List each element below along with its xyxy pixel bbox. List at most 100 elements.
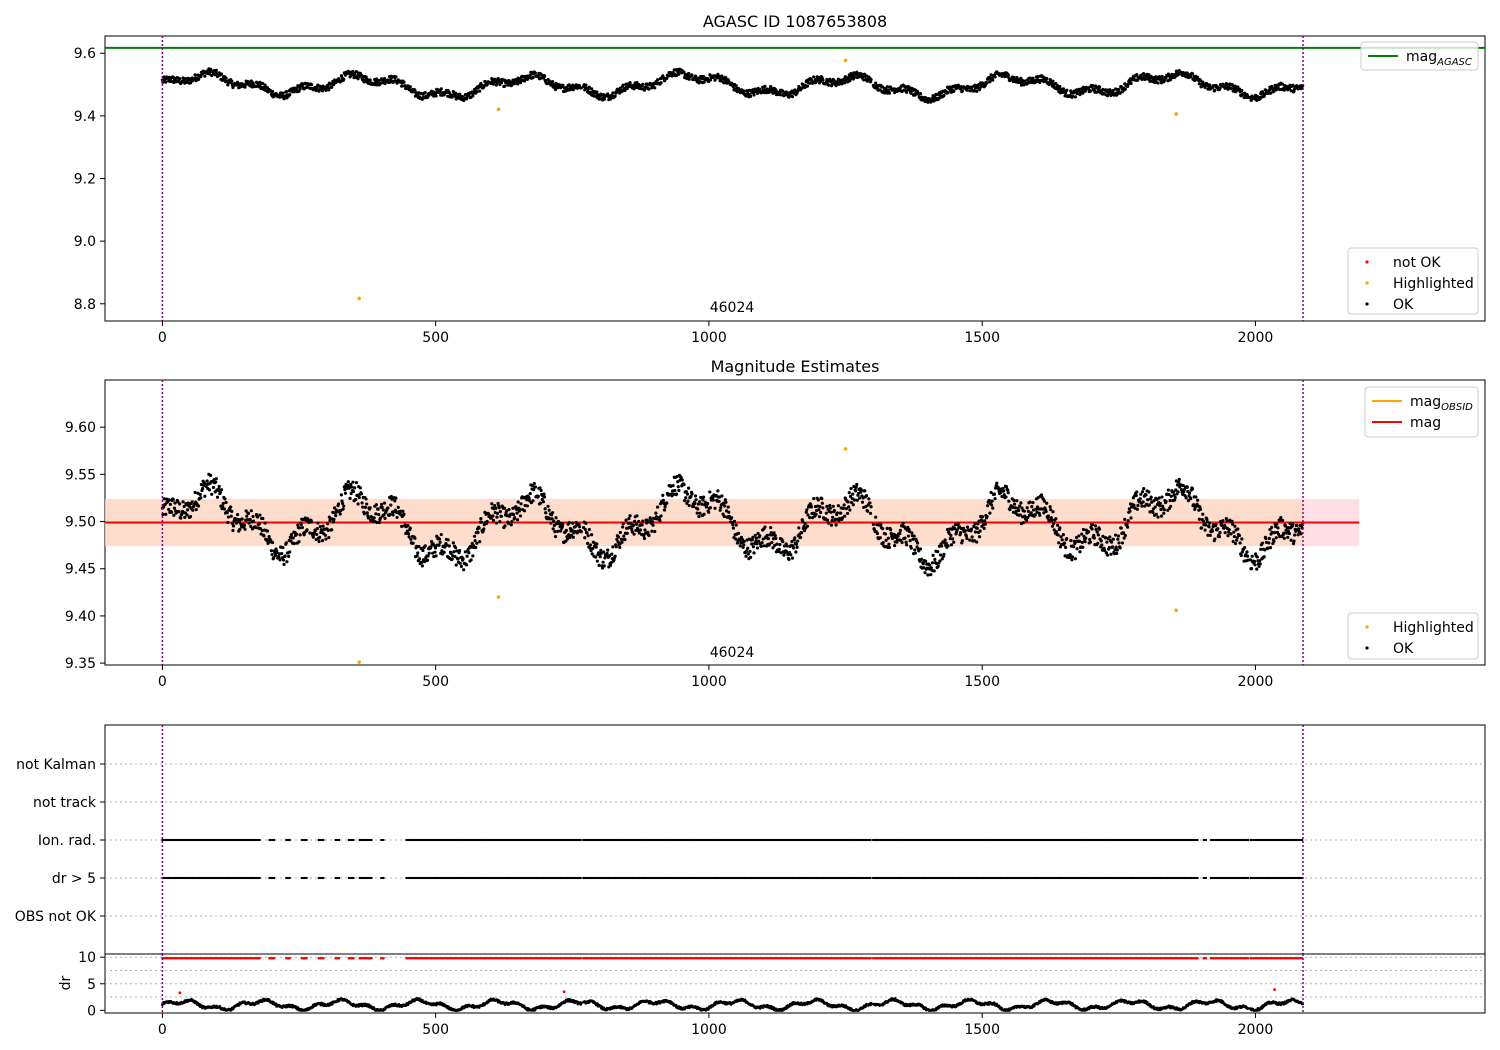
- ok-point: [898, 528, 902, 532]
- ok-point: [1091, 523, 1095, 527]
- ok-point: [1065, 537, 1069, 541]
- ok-point: [1153, 505, 1157, 509]
- y-tick-label: 9.4: [74, 109, 96, 125]
- ok-point: [1275, 522, 1279, 526]
- ok-point: [1077, 534, 1081, 538]
- ok-point: [731, 523, 735, 527]
- ok-point: [803, 522, 807, 526]
- ok-point: [618, 545, 622, 549]
- highlighted-point: [496, 107, 501, 112]
- ok-point: [193, 73, 197, 77]
- ok-point: [326, 528, 330, 533]
- ok-point: [828, 503, 832, 508]
- category-label: not track: [33, 795, 97, 811]
- ok-point: [1217, 535, 1222, 539]
- ok-point: [918, 92, 923, 96]
- ok-point: [1158, 501, 1162, 506]
- ok-point: [374, 512, 378, 516]
- ok-point: [1218, 530, 1222, 535]
- ok-point: [374, 503, 379, 507]
- ok-point: [261, 516, 265, 521]
- ok-point: [1227, 528, 1231, 532]
- ok-point: [1100, 543, 1104, 547]
- ok-point: [980, 515, 985, 519]
- ok-point: [632, 532, 636, 536]
- ok-point: [630, 527, 634, 531]
- ok-point: [931, 553, 935, 557]
- ok-point: [1197, 82, 1201, 86]
- ok-point: [983, 522, 987, 526]
- ok-point: [177, 510, 181, 514]
- flag-point: [1204, 838, 1208, 842]
- ok-point: [409, 537, 413, 542]
- flag-point: [273, 838, 276, 842]
- category-label: not Kalman: [16, 757, 96, 773]
- ok-point: [851, 503, 855, 507]
- ok-point: [219, 488, 224, 492]
- legend-dot-swatch: [1365, 646, 1369, 650]
- ok-point: [1276, 526, 1280, 530]
- ok-point: [571, 521, 575, 525]
- ok-point: [1147, 490, 1151, 494]
- ok-point: [912, 534, 916, 538]
- ok-point: [342, 77, 346, 81]
- ok-point: [193, 490, 197, 495]
- ok-point: [923, 571, 927, 575]
- highlighted-point: [1174, 608, 1179, 613]
- ok-point: [819, 510, 823, 515]
- ok-point: [518, 507, 522, 512]
- highlighted-point: [357, 296, 361, 301]
- ok-point: [297, 526, 302, 530]
- ok-point: [692, 504, 696, 509]
- ok-point: [221, 501, 225, 506]
- ok-point: [656, 505, 660, 509]
- ok-point: [809, 505, 814, 509]
- ok-point: [478, 89, 482, 93]
- ok-point: [597, 97, 601, 101]
- ok-point: [1113, 533, 1118, 537]
- ok-point: [305, 528, 309, 532]
- x-tick-label: 500: [422, 330, 449, 346]
- ok-point: [1107, 546, 1111, 550]
- ok-point: [949, 543, 954, 547]
- flag-point: [258, 838, 261, 842]
- ok-point: [242, 523, 247, 527]
- ok-point: [727, 510, 731, 514]
- highlighted-point: [843, 58, 848, 63]
- ok-point: [327, 535, 331, 540]
- ok-point: [839, 511, 843, 515]
- ok-point: [785, 550, 789, 554]
- ok-point: [292, 541, 296, 546]
- ok-point: [1297, 527, 1301, 531]
- ok-point: [553, 534, 558, 539]
- ok-point: [827, 83, 831, 87]
- ok-point: [763, 84, 767, 88]
- ok-point: [611, 91, 615, 95]
- ok-point: [855, 498, 859, 502]
- ok-point: [376, 507, 380, 511]
- legend-label: not OK: [1393, 255, 1441, 271]
- ok-point: [887, 545, 892, 549]
- ok-point: [288, 93, 292, 97]
- ok-point: [1288, 521, 1292, 526]
- ok-point: [929, 572, 933, 577]
- ok-point: [1233, 524, 1237, 528]
- ok-point: [485, 519, 489, 524]
- ok-point: [1109, 552, 1113, 556]
- ok-point: [567, 533, 571, 537]
- ok-point: [246, 511, 251, 515]
- ok-point: [744, 549, 749, 553]
- ok-point: [978, 529, 982, 533]
- ok-point: [665, 501, 669, 505]
- ok-point: [358, 486, 362, 490]
- ok-point: [1154, 512, 1158, 516]
- ok-point: [1267, 541, 1271, 545]
- ok-point: [1077, 539, 1082, 543]
- ok-point: [940, 544, 944, 548]
- ok-point: [1012, 502, 1017, 506]
- ok-point: [1092, 533, 1096, 537]
- figure: AGASC ID 1087653808 0 500 1000 1500 20009.69…: [15, 12, 1486, 1038]
- ok-point: [564, 528, 568, 533]
- ok-point: [231, 524, 236, 528]
- ok-point: [742, 89, 746, 93]
